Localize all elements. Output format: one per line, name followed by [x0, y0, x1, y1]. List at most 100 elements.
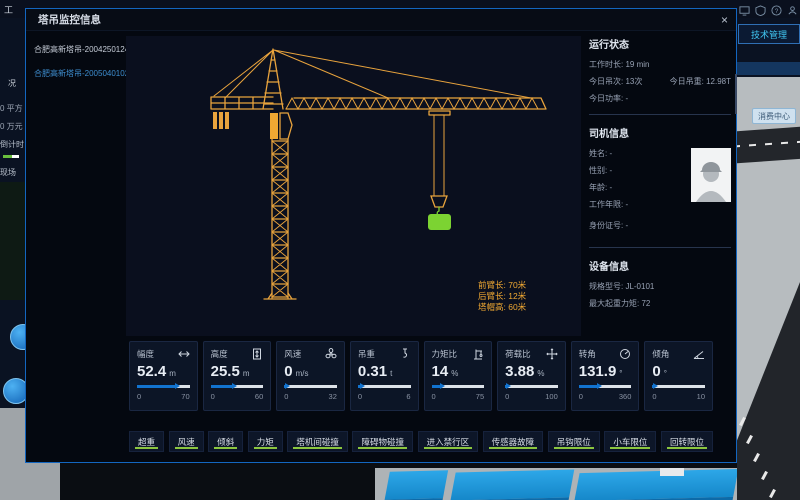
- range-min: 0: [579, 392, 583, 401]
- alarm-forbidden-zone-button[interactable]: 进入禁行区: [418, 431, 479, 452]
- road-dash-line: [737, 140, 800, 147]
- range-max: 60: [255, 392, 263, 401]
- crane-dimension-labels: 前臂长: 70米 后臂长: 12米 塔帽高: 60米: [478, 280, 526, 313]
- slider-fill: [284, 385, 286, 388]
- left-map-fragment: [0, 182, 25, 300]
- metric-card-load-ratio: 荷载比 3.88% 0100: [497, 341, 566, 411]
- range-max: 10: [697, 392, 705, 401]
- alarm-status-indicator: [667, 447, 707, 449]
- alarm-wind-button[interactable]: 风速: [169, 431, 204, 452]
- metric-unit: m/s: [296, 369, 309, 378]
- scene-3d-right: 消费中心: [737, 77, 800, 500]
- alarm-label: 传感器故障: [492, 437, 535, 447]
- metric-slider[interactable]: [137, 385, 190, 388]
- left-fragment: 况: [8, 78, 16, 89]
- range-min: 0: [211, 392, 215, 401]
- alarm-status-indicator: [424, 447, 473, 449]
- metric-value: 3.88: [505, 363, 534, 380]
- help-icon[interactable]: ?: [771, 3, 782, 21]
- alarm-trolley-limit-button[interactable]: 小车限位: [604, 431, 656, 452]
- alarm-label: 小车限位: [613, 437, 647, 447]
- crane-visualization-panel: 前臂长: 70米 后臂长: 12米 塔帽高: 60米: [126, 36, 581, 336]
- range-min: 0: [137, 392, 141, 401]
- alarm-label: 进入禁行区: [427, 437, 470, 447]
- tilt-angle-icon: [693, 348, 705, 360]
- crane-list-item[interactable]: 合肥高新塔吊-2004250124: [34, 44, 126, 55]
- metric-value: 25.5: [211, 363, 240, 380]
- left-fragment: 现场: [0, 167, 16, 178]
- driver-id: 身份证号: -: [589, 220, 628, 231]
- metric-card-rotation: 转角 131.9° 0360: [571, 341, 640, 411]
- tech-management-tab[interactable]: 技术管理: [738, 24, 800, 44]
- metric-unit: t: [390, 369, 392, 378]
- driver-age: 年龄: -: [589, 182, 628, 193]
- rear-jib-length-label: 后臂长: 12米: [478, 291, 526, 302]
- scene-blue-structure: [384, 470, 448, 500]
- alarm-status-indicator: [254, 447, 277, 449]
- metric-slider[interactable]: [211, 385, 264, 388]
- scene-blue-structure: [574, 469, 737, 500]
- hook-icon: [399, 348, 411, 360]
- alarm-hook-limit-button[interactable]: 吊钩限位: [548, 431, 600, 452]
- alarm-tilt-button[interactable]: 倾斜: [208, 431, 243, 452]
- metric-unit: m: [243, 369, 250, 378]
- today-power: 今日功率: -: [589, 93, 731, 104]
- user-icon[interactable]: [787, 3, 798, 21]
- alarm-button-row: 超重 风速 倾斜 力矩 塔机间碰撞 障碍物碰撞 进入禁行区 传感器故障 吊钩限位…: [129, 431, 713, 452]
- metric-unit: °: [619, 369, 622, 378]
- alarm-moment-button[interactable]: 力矩: [248, 431, 283, 452]
- driver-gender: 性别: -: [589, 165, 628, 176]
- metric-label: 风速: [284, 348, 301, 360]
- alarm-status-indicator: [293, 447, 342, 449]
- alarm-sensor-fault-button[interactable]: 传感器故障: [483, 431, 544, 452]
- close-icon[interactable]: ×: [721, 12, 728, 28]
- alarm-crane-collision-button[interactable]: 塔机间碰撞: [287, 431, 348, 452]
- slider-fill: [211, 385, 234, 388]
- info-panel: 运行状态 工作时长: 19 min 今日吊次: 13次 今日吊重: 12.98T…: [589, 36, 731, 336]
- top-right-icon-row: ?: [739, 3, 798, 21]
- alarm-label: 障碍物碰撞: [361, 437, 404, 447]
- device-info-title: 设备信息: [589, 258, 731, 273]
- metric-slider[interactable]: [358, 385, 411, 388]
- metric-card-wind: 风速 0m/s 032: [276, 341, 345, 411]
- today-lifts: 今日吊次: 13次: [589, 76, 642, 87]
- crane-device-list: 合肥高新塔吊-2004250124 合肥高新塔吊-2005040102: [26, 31, 126, 464]
- dialog-titlebar: 塔吊监控信息 ×: [26, 9, 736, 31]
- range-max: 70: [181, 392, 189, 401]
- monitor-icon[interactable]: [739, 3, 750, 21]
- metric-slider[interactable]: [579, 385, 632, 388]
- metric-value: 131.9: [579, 363, 617, 380]
- metric-slider[interactable]: [652, 385, 705, 388]
- tower-crane-monitor-dialog: 塔吊监控信息 × 合肥高新塔吊-2004250124 合肥高新塔吊-200504…: [25, 8, 737, 463]
- crane-list-item-selected[interactable]: 合肥高新塔吊-2005040102: [34, 68, 126, 79]
- metric-card-load: 吊重 0.31t 06: [350, 341, 419, 411]
- metric-card-height: 高度 25.5m 060: [203, 341, 272, 411]
- alarm-status-indicator: [135, 447, 158, 449]
- scene-blue-structure: [450, 469, 575, 500]
- shield-icon[interactable]: [755, 3, 766, 21]
- alarm-slewing-limit-button[interactable]: 回转限位: [661, 431, 713, 452]
- range-min: 0: [284, 392, 288, 401]
- scene-road-horizontal: [737, 127, 800, 164]
- left-progress-fragment: [3, 155, 19, 158]
- metric-unit: %: [537, 369, 544, 378]
- metric-unit: m: [169, 369, 176, 378]
- alarm-overweight-button[interactable]: 超重: [129, 431, 164, 452]
- metric-label: 力矩比: [432, 348, 458, 360]
- range-min: 0: [432, 392, 436, 401]
- alarm-obstacle-collision-button[interactable]: 障碍物碰撞: [352, 431, 413, 452]
- alarm-label: 力矩: [257, 437, 274, 447]
- fan-icon: [325, 348, 337, 360]
- metric-label: 倾角: [652, 348, 669, 360]
- alarm-label: 回转限位: [670, 437, 704, 447]
- slider-fill: [432, 385, 442, 388]
- scene-center-button[interactable]: 消费中心: [752, 108, 796, 124]
- scene-water-strip: [737, 62, 800, 75]
- svg-text:?: ?: [775, 8, 779, 15]
- metric-slider[interactable]: [505, 385, 558, 388]
- panel-scrollbar[interactable]: [735, 74, 737, 114]
- metric-slider[interactable]: [284, 385, 337, 388]
- slider-fill: [137, 385, 176, 388]
- alarm-status-indicator: [175, 447, 198, 449]
- metric-slider[interactable]: [432, 385, 485, 388]
